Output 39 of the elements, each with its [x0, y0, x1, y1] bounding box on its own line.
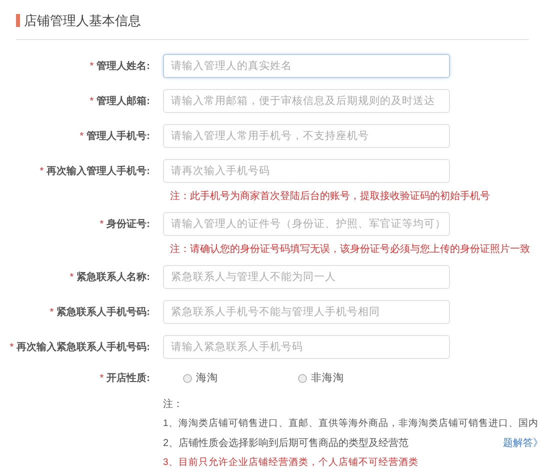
accent-bar — [16, 14, 20, 28]
required-mark: * — [70, 270, 74, 284]
required-mark: * — [100, 218, 104, 232]
field-label: 紧急联系人手机号码: — [56, 306, 150, 320]
notes-heading: 注： — [163, 398, 184, 412]
input-field[interactable]: 请输入管理人的证件号（身份证、护照、军官证等均可） — [163, 212, 450, 236]
required-mark: * — [40, 164, 44, 178]
section-title: 店铺管理人基本信息 — [24, 12, 141, 30]
radio-label: 非海淘 — [311, 370, 344, 386]
note-line: 2、店铺性质会选择影响到后期可售商品的类型及经营范 — [163, 436, 409, 451]
field-label: 再次输入管理人手机号: — [46, 164, 150, 178]
field-label: 身份证号: — [106, 218, 150, 232]
required-mark: * — [90, 94, 94, 108]
input-field[interactable]: 请输入管理人常用手机号，不支持座机号 — [163, 124, 450, 148]
input-field[interactable]: 紧急联系人手机号不能与管理人手机号相同 — [163, 300, 450, 324]
field-label: 管理人姓名: — [96, 60, 150, 74]
input-field[interactable]: 请输入常用邮箱，便于审核信息及后期规则的及时送达 — [163, 89, 450, 113]
input-field[interactable]: 紧急联系人与管理人不能为同一人 — [163, 265, 450, 289]
field-label: 开店性质: — [106, 371, 150, 386]
radio-label: 海淘 — [196, 370, 218, 386]
field-label: 紧急联系人名称: — [76, 270, 150, 284]
field-label: 管理人邮箱: — [96, 94, 150, 108]
note-line: 3、目前只允许企业店铺经营酒类，个人店铺不可经营酒类 — [163, 456, 420, 470]
required-mark: * — [50, 306, 54, 320]
required-mark: * — [80, 130, 84, 144]
note-line: 1、海淘类店铺可销售进口、直邮、直供等海外商品，非海淘类店铺可销售进口、国内 — [163, 416, 540, 430]
input-field[interactable]: 请输入管理人的真实姓名 — [163, 54, 450, 78]
note-text: 注：此手机号为商家首次登陆后台的账号，提取接收验证码的初始手机号 — [170, 190, 490, 204]
field-label: 再次输入紧急联系人手机号码: — [16, 340, 150, 354]
required-mark: * — [90, 60, 94, 74]
radio-button[interactable] — [183, 374, 192, 383]
required-mark: * — [100, 372, 104, 386]
input-field[interactable]: 请再次输入手机号码 — [163, 159, 450, 183]
required-mark: * — [10, 340, 14, 354]
radio-button[interactable] — [298, 374, 307, 383]
field-label: 管理人手机号: — [86, 130, 150, 144]
input-field[interactable]: 请输入紧急联系人手机号码 — [163, 335, 450, 359]
note-text: 注：请确认您的身份证号码填写无误，该身份证号必须与您上传的身份证照片一致 — [170, 242, 530, 257]
help-link[interactable]: 题解答》 — [503, 436, 543, 451]
